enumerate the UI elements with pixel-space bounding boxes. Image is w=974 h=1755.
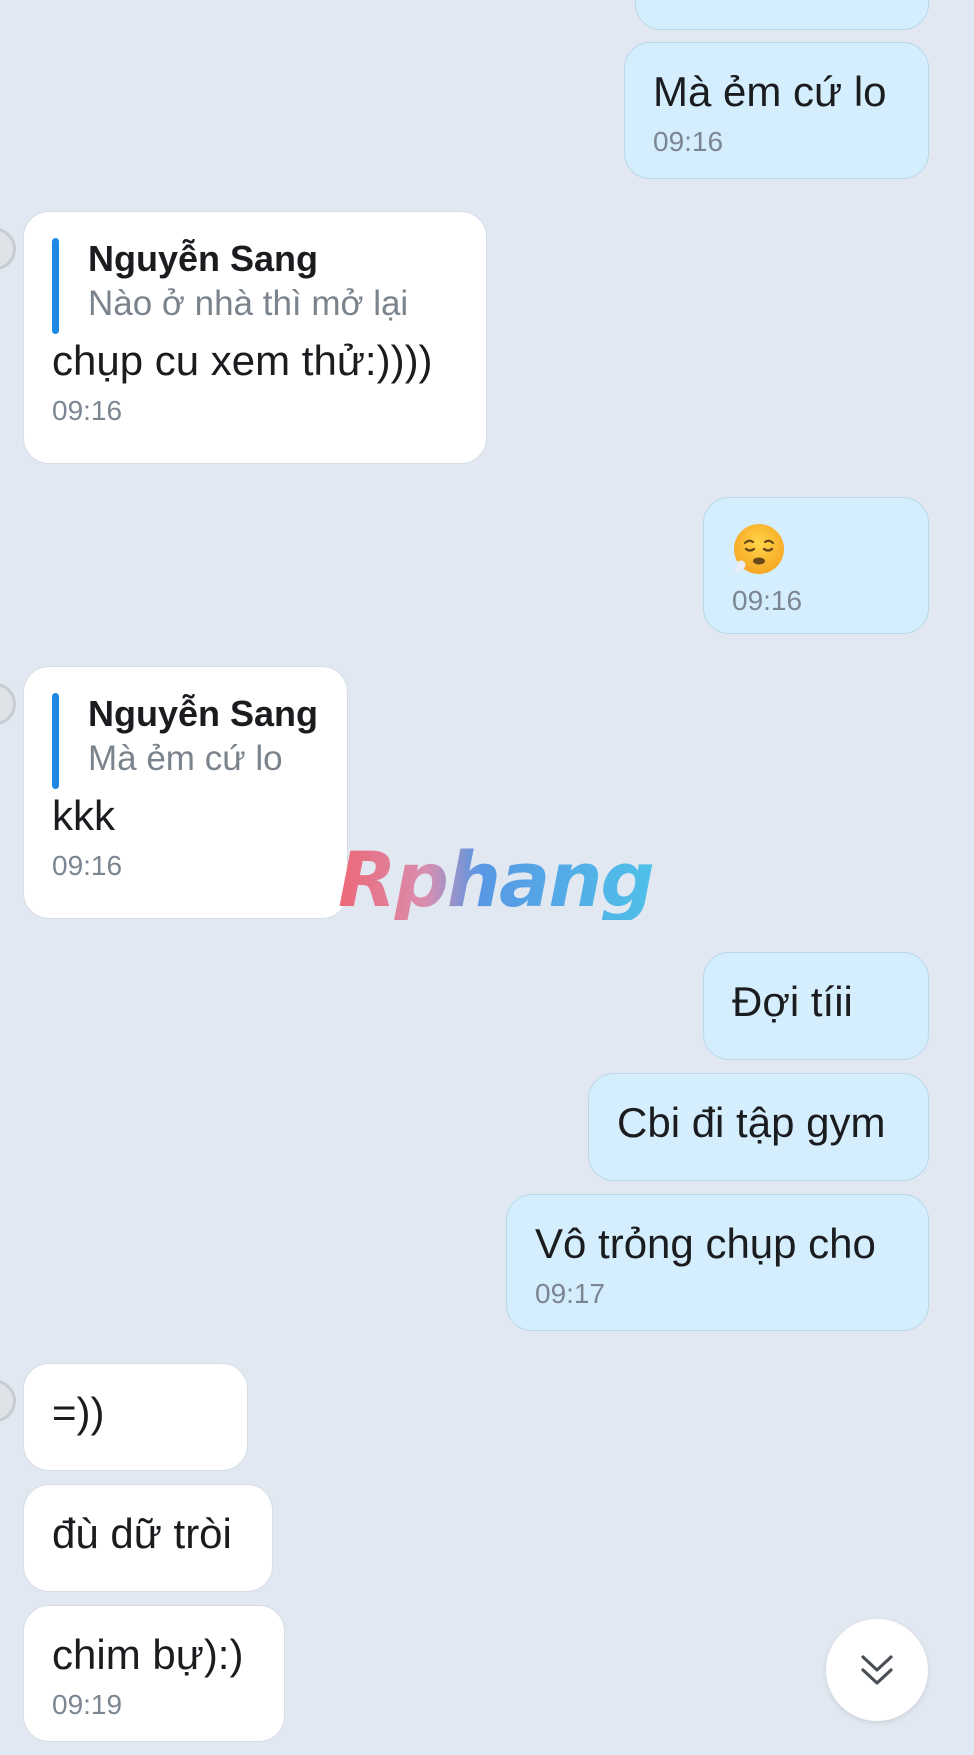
message-text: Mà ẻm cứ lo [653, 68, 887, 115]
message-text: =)) [52, 1389, 105, 1436]
double-chevron-down-icon [861, 1655, 893, 1685]
message-bubble-incoming[interactable]: =)) [23, 1363, 248, 1471]
message-text: đù dữ tròi [52, 1510, 232, 1557]
message-text: kkk [52, 792, 115, 839]
reply-quote[interactable]: Nguyễn Sang Nào ở nhà thì mở lại [52, 236, 458, 334]
message-time: 09:16 [653, 126, 724, 157]
quote-text: Nào ở nhà thì mở lại [88, 284, 409, 323]
chat-thread[interactable]: Mà ẻm cứ lo 09:16 Nguyễn Sang Nào ở nhà … [0, 0, 974, 1755]
message-text: Vô trỏng chụp cho [535, 1220, 876, 1267]
message-bubble-incoming[interactable]: Nguyễn Sang Nào ở nhà thì mở lại chụp cu… [23, 211, 487, 464]
watermark-logo: Rphang [338, 835, 655, 924]
reply-quote[interactable]: Nguyễn Sang Mà ẻm cứ lo [52, 691, 319, 789]
tired-face-emoji [734, 524, 784, 574]
message-bubble-outgoing[interactable]: Mà ẻm cứ lo 09:16 [624, 42, 929, 179]
message-time: 09:16 [732, 585, 803, 616]
message-time: 09:19 [52, 1689, 123, 1720]
message-bubble-incoming[interactable]: đù dữ tròi [23, 1484, 273, 1592]
quote-sender-name: Nguyễn Sang [88, 693, 319, 734]
sender-avatar[interactable] [0, 1380, 16, 1422]
message-bubble-outgoing[interactable]: 09:16 [703, 497, 929, 634]
quote-bar [52, 238, 59, 334]
sender-avatar[interactable] [0, 683, 16, 725]
message-bubble-outgoing[interactable]: Vô trỏng chụp cho 09:17 [506, 1194, 929, 1331]
message-text: chụp cu xem thử:)))) [52, 337, 433, 384]
quote-sender-name: Nguyễn Sang [88, 238, 319, 279]
message-bubble-outgoing[interactable]: Cbi đi tập gym [588, 1073, 929, 1181]
message-text: Cbi đi tập gym [617, 1099, 886, 1146]
message-time: 09:16 [52, 850, 123, 881]
quote-text: Mà ẻm cứ lo [88, 739, 283, 778]
sender-avatar[interactable] [0, 228, 16, 270]
message-time: 09:17 [535, 1278, 606, 1309]
message-text: Đợi tíii [732, 978, 853, 1025]
message-bubble-incoming[interactable]: Nguyễn Sang Mà ẻm cứ lo kkk 09:16 [23, 666, 348, 919]
message-time: 09:16 [52, 395, 123, 426]
message-text: chim bự):) [52, 1631, 244, 1678]
quote-bar [52, 693, 59, 789]
message-bubble-outgoing[interactable] [635, 0, 929, 30]
message-bubble-outgoing[interactable]: Đợi tíii [703, 952, 929, 1060]
message-bubble-incoming[interactable]: chim bự):) 09:19 [23, 1605, 285, 1742]
scroll-to-bottom-button[interactable] [826, 1619, 928, 1721]
